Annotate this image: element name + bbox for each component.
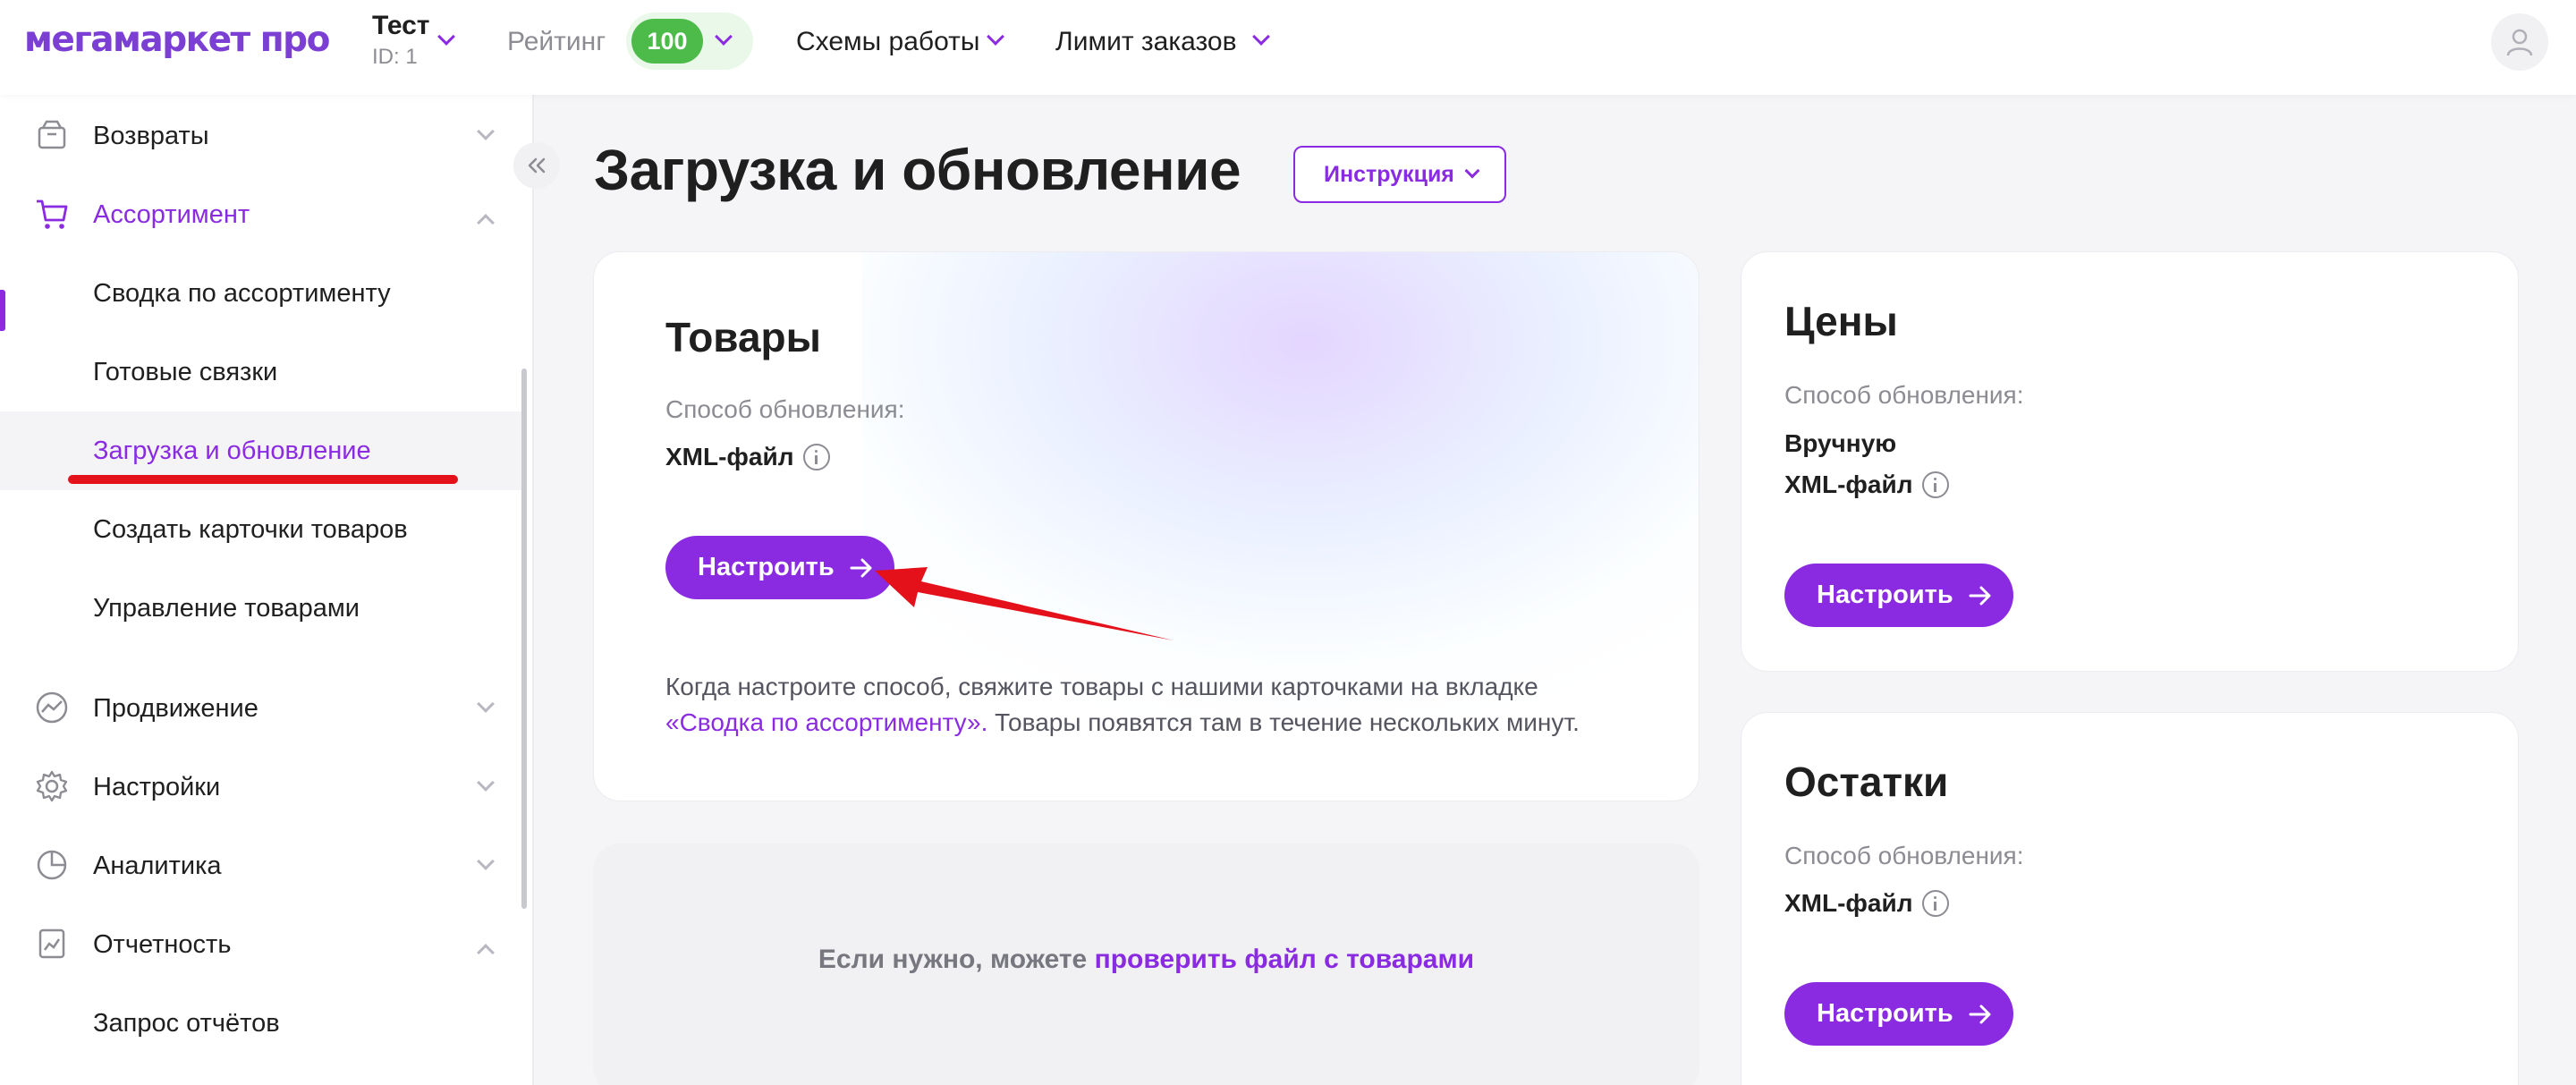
sidebar-subitem-label: Готовые связки — [93, 357, 278, 386]
goods-method-value: XML-файл — [665, 443, 794, 470]
goods-note: Когда настроите способ, свяжите товары с… — [665, 669, 1649, 741]
chevron-up-icon — [477, 944, 495, 962]
trend-icon — [36, 691, 68, 724]
sidebar-subitem-label: Запрос отчётов — [93, 1008, 280, 1038]
stock-card: Остатки Способ обновления: XML-файл Наст… — [1741, 712, 2519, 1085]
box-icon — [38, 120, 66, 149]
sidebar-item-reports[interactable]: Отчетность — [0, 907, 534, 982]
check-file-link[interactable]: проверить файл с товарами — [1095, 945, 1475, 974]
chevron-down-icon — [477, 774, 495, 792]
top-header: мегамаркет про Тест ID: 1 Рейтинг 100 Сх… — [0, 0, 2576, 95]
gear-icon — [36, 770, 68, 802]
stock-method-xml: XML-файл — [1784, 889, 1949, 918]
goods-method-label: Способ обновления: — [665, 395, 905, 423]
instruction-button-label: Инструкция — [1324, 161, 1454, 187]
stock-method-value: XML-файл — [1784, 889, 1913, 917]
prices-method-manual: Вручную — [1784, 429, 1897, 457]
sidebar-subitem-ready-links[interactable]: Готовые связки — [0, 333, 523, 411]
account-name: Тест — [372, 11, 430, 40]
goods-note-text: Товары появятся там в течение нескольких… — [987, 708, 1580, 736]
sidebar-subitem-manage-goods[interactable]: Управление товарами — [0, 569, 523, 648]
sidebar-subitem-assortment-summary[interactable]: Сводка по ассортименту — [0, 254, 523, 333]
check-file-prefix: Если нужно, можете — [818, 945, 1095, 974]
goods-title: Товары — [665, 314, 821, 360]
assortment-summary-link[interactable]: «Сводка по ассортименту». — [665, 708, 987, 736]
chevron-down-icon — [477, 852, 495, 870]
sidebar-item-label: Продвижение — [93, 693, 258, 723]
sidebar-item-label: Аналитика — [93, 851, 222, 880]
prices-configure-button[interactable]: Настроить — [1784, 564, 2013, 627]
stock-configure-label: Настроить — [1817, 999, 1953, 1028]
arrow-right-icon — [1969, 1004, 1991, 1023]
account-id: ID: 1 — [372, 45, 418, 69]
pie-chart-icon — [37, 850, 67, 880]
prices-method-value: XML-файл — [1784, 470, 1913, 498]
chevron-down-icon[interactable] — [987, 28, 1004, 46]
instruction-button[interactable]: Инструкция — [1293, 146, 1506, 203]
prices-method-label: Способ обновления: — [1784, 381, 2024, 409]
rating-label: Рейтинг — [507, 27, 606, 56]
info-icon[interactable] — [1921, 471, 1949, 498]
report-icon — [38, 928, 65, 959]
prices-configure-label: Настроить — [1817, 581, 1953, 609]
sidebar-subitem-label: Создать карточки товаров — [93, 514, 408, 544]
sidebar-subitem-report-request[interactable]: Запрос отчётов — [0, 984, 523, 1063]
sidebar-item-analytics[interactable]: Аналитика — [0, 828, 534, 903]
check-file-text: Если нужно, можете проверить файл с това… — [593, 945, 1699, 975]
arrow-right-icon — [1969, 586, 1991, 605]
annotation-underline — [68, 475, 458, 484]
chevron-up-icon — [477, 214, 495, 232]
logo[interactable]: мегамаркет про — [24, 20, 330, 60]
chevron-down-icon[interactable] — [437, 28, 455, 46]
sidebar-subitem-label: Загрузка и обновление — [93, 436, 371, 465]
arrow-right-icon — [850, 558, 872, 577]
info-icon[interactable] — [802, 444, 830, 470]
sidebar-item-label: Возвраты — [93, 121, 209, 150]
stock-method-label: Способ обновления: — [1784, 842, 2024, 869]
sidebar: Возвраты Ассортимент Сводка по ассортиме… — [0, 95, 534, 1085]
chevron-down-icon — [477, 695, 495, 713]
nav-work-schemes[interactable]: Схемы работы — [796, 27, 979, 57]
sidebar-item-promotion[interactable]: Продвижение — [0, 671, 534, 746]
sidebar-subitem-create-cards[interactable]: Создать карточки товаров — [0, 490, 523, 569]
chevron-down-icon[interactable] — [1252, 28, 1270, 46]
rating-badge: 100 — [631, 19, 703, 64]
sidebar-scrollbar[interactable] — [521, 369, 527, 909]
goods-card: Товары Способ обновления: XML-файл Настр… — [593, 251, 1699, 801]
goods-note-text: Когда настроите способ, свяжите товары с… — [665, 673, 1538, 700]
sidebar-item-label: Настройки — [93, 772, 221, 801]
stock-title: Остатки — [1784, 759, 1949, 805]
prices-method-xml: XML-файл — [1784, 470, 1949, 499]
double-chevron-left-icon — [528, 157, 546, 174]
chevron-down-icon — [477, 123, 495, 140]
avatar[interactable] — [2491, 13, 2548, 71]
sidebar-item-label: Отчетность — [93, 929, 232, 959]
account-switcher[interactable]: Тест ID: 1 — [372, 11, 430, 70]
sidebar-subitem-label: Сводка по ассортименту — [93, 278, 391, 308]
prices-card: Цены Способ обновления: Вручную XML-файл… — [1741, 251, 2519, 672]
nav-order-limit[interactable]: Лимит заказов — [1055, 27, 1237, 57]
sidebar-item-label: Ассортимент — [93, 199, 250, 229]
goods-configure-button[interactable]: Настроить — [665, 536, 894, 599]
prices-title: Цены — [1784, 298, 1898, 344]
sidebar-subitem-label: Управление товарами — [93, 593, 360, 623]
sidebar-item-assortment[interactable]: Ассортимент — [0, 177, 534, 252]
cart-icon — [37, 199, 68, 229]
check-file-card: Если нужно, можете проверить файл с това… — [593, 843, 1699, 1085]
goods-configure-label: Настроить — [698, 553, 835, 581]
goods-method: XML-файл — [665, 443, 830, 471]
page-title: Загрузка и обновление — [594, 138, 1241, 202]
stock-configure-button[interactable]: Настроить — [1784, 982, 2013, 1046]
sidebar-item-settings[interactable]: Настройки — [0, 750, 534, 825]
card-gradient-glow — [862, 252, 1699, 717]
info-icon[interactable] — [1921, 890, 1949, 917]
sidebar-item-returns[interactable]: Возвраты — [0, 98, 534, 174]
collapse-sidebar-button[interactable] — [513, 142, 560, 189]
user-icon — [2506, 29, 2533, 56]
chevron-down-icon — [1464, 163, 1480, 179]
